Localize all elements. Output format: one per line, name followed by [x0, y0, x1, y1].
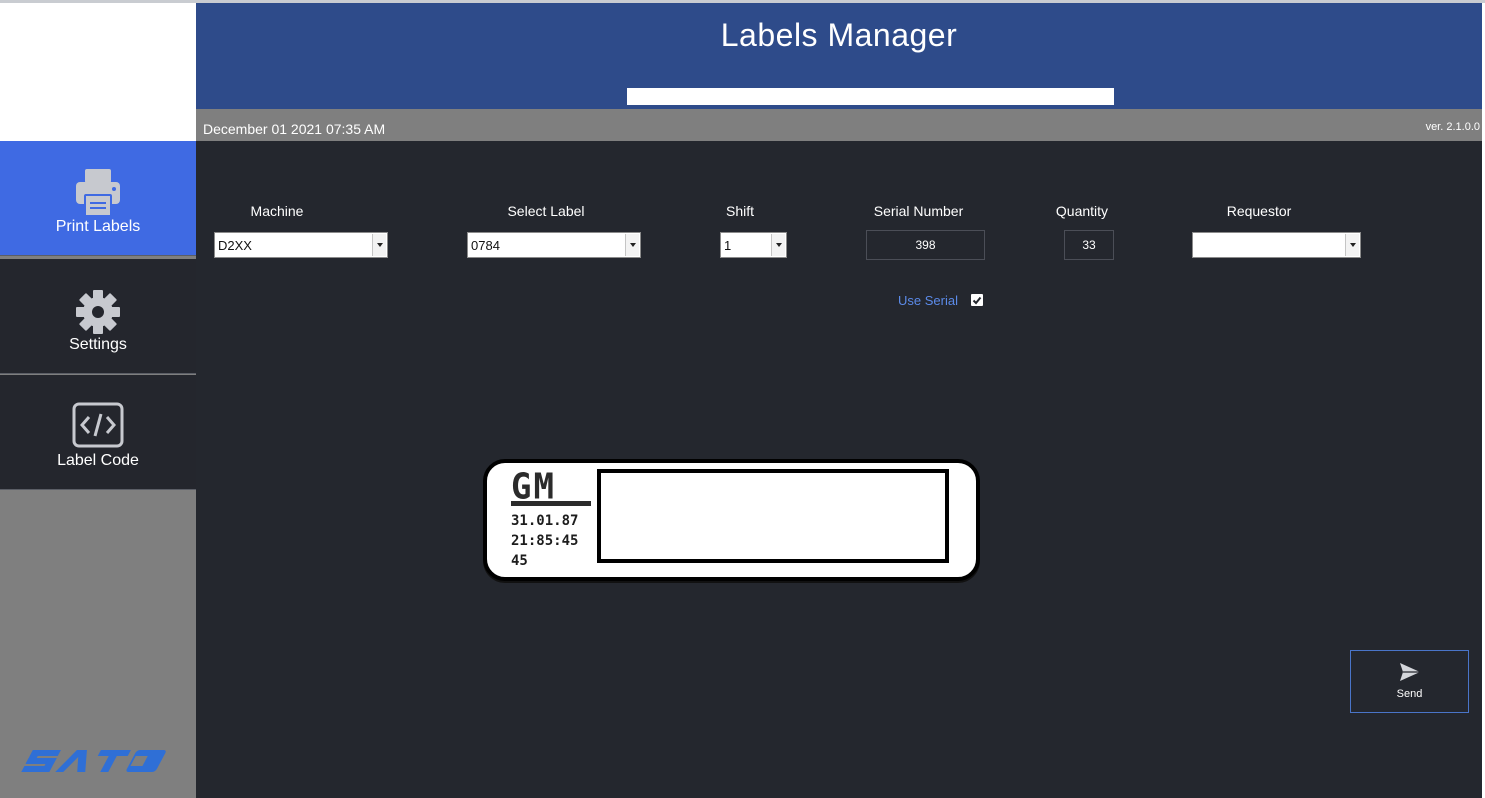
requestor-label: Requestor [1226, 203, 1292, 219]
shift-value: 1 [724, 238, 732, 253]
machine-value: D2XX [218, 238, 252, 253]
requestor-dropdown[interactable] [1192, 232, 1361, 258]
printer-icon [76, 169, 120, 217]
machine-label: Machine [250, 203, 304, 219]
logo-area [0, 3, 196, 141]
use-serial-checkbox[interactable] [971, 294, 983, 306]
status-bar: December 01 2021 07:35 AM ver. 2.1.0.0 [196, 109, 1482, 141]
checkmark-icon [972, 296, 982, 305]
app-title: Labels Manager [720, 17, 958, 53]
select-label-value: 0784 [471, 238, 500, 253]
sidebar-item-print-labels[interactable]: Print Labels [0, 141, 196, 256]
sato-logo [21, 750, 166, 772]
machine-dropdown[interactable]: D2XX [214, 232, 388, 258]
send-label: Send [1396, 688, 1423, 700]
title-underline-bar [627, 88, 1114, 105]
quantity-field[interactable]: 33 [1064, 230, 1114, 260]
label-line-date: 31.01.87 [511, 513, 579, 529]
sidebar-item-label: Label Code [57, 452, 139, 469]
gear-icon [76, 290, 120, 334]
label-line-serial: 45 [511, 553, 528, 569]
redacted-box [597, 469, 949, 563]
send-button[interactable]: Send [1350, 650, 1469, 713]
use-serial-label: Use Serial [898, 293, 958, 308]
serial-number-label: Serial Number [873, 203, 964, 219]
chevron-down-icon [625, 234, 639, 256]
send-icon [1400, 663, 1420, 681]
label-preview: GM 31.01.87 21:85:45 45 [483, 459, 980, 581]
select-label-label: Select Label [507, 203, 585, 219]
sidebar-item-settings[interactable]: Settings [0, 259, 196, 374]
main-panel: Machine Select Label Shift Serial Number… [196, 141, 1482, 798]
select-label-dropdown[interactable]: 0784 [467, 232, 641, 258]
chevron-down-icon [771, 234, 785, 256]
serial-number-field[interactable]: 398 [866, 230, 985, 260]
version-text: ver. 2.1.0.0 [1425, 121, 1480, 133]
shift-label: Shift [725, 203, 754, 219]
quantity-label: Quantity [1055, 203, 1109, 219]
date-time-text: December 01 2021 07:35 AM [203, 121, 386, 137]
sidebar-item-label: Settings [69, 336, 127, 353]
sidebar: Print Labels Settings Label Code [0, 141, 196, 798]
sidebar-item-label: Print Labels [55, 218, 141, 235]
brand-underline [511, 501, 591, 506]
sidebar-item-label-code[interactable]: Label Code [0, 375, 196, 490]
chevron-down-icon [1345, 234, 1359, 256]
code-icon [72, 402, 124, 448]
label-line-time: 21:85:45 [511, 533, 579, 549]
shift-dropdown[interactable]: 1 [720, 232, 787, 258]
app-header: Labels Manager [196, 3, 1482, 109]
chevron-down-icon [372, 234, 386, 256]
